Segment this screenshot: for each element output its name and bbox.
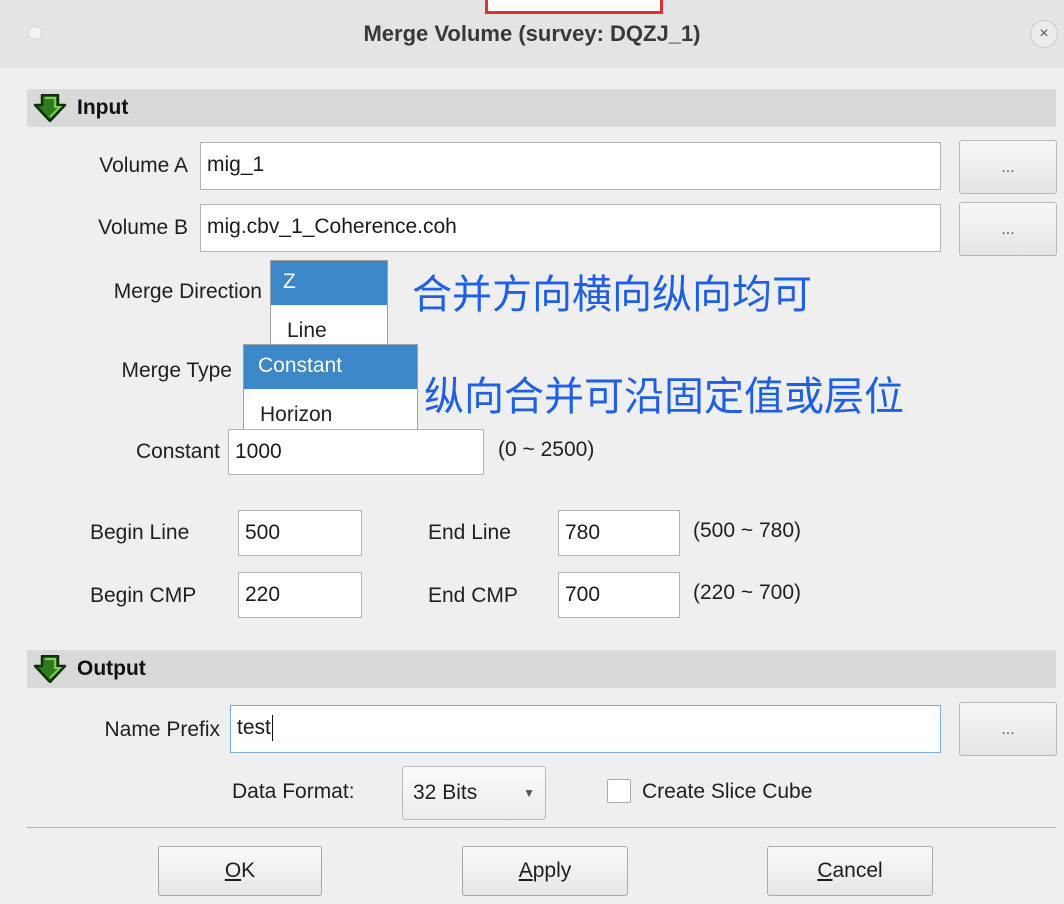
divider — [27, 827, 1056, 828]
volume-b-input[interactable]: mig.cbv_1_Coherence.coh — [200, 204, 941, 252]
close-icon[interactable]: × — [1030, 20, 1058, 48]
end-line-input[interactable]: 780 — [558, 510, 680, 556]
merge-direction-label: Merge Direction — [113, 280, 262, 303]
create-slice-cube-label: Create Slice Cube — [642, 780, 813, 803]
volume-b-label: Volume B — [98, 216, 188, 239]
create-slice-cube-checkbox[interactable] — [607, 779, 631, 803]
output-section-title: Output — [77, 657, 146, 680]
cancel-mnemonic: C — [817, 859, 833, 882]
type-annotation: 纵向合并可沿固定值或层位 — [424, 374, 904, 420]
merge-type-label: Merge Type — [121, 359, 232, 382]
data-format-value: 32 Bits — [413, 781, 478, 804]
apply-button[interactable]: Apply — [462, 846, 628, 896]
volume-b-browse-button[interactable]: ... — [959, 202, 1057, 256]
volume-a-browse-button[interactable]: ... — [959, 140, 1057, 194]
expand-arrow-icon — [33, 94, 67, 122]
end-line-label: End Line — [428, 521, 511, 544]
cmp-range: (220 ~ 700) — [693, 581, 801, 604]
direction-annotation: 合并方向横向纵向均可 — [412, 272, 812, 318]
output-section-header[interactable]: Output — [27, 650, 1056, 688]
begin-cmp-label: Begin CMP — [90, 584, 197, 607]
constant-input[interactable]: 1000 — [228, 429, 484, 475]
cancel-button[interactable]: Cancel — [767, 846, 933, 896]
input-section-header[interactable]: Input — [27, 89, 1056, 127]
expand-arrow-icon — [33, 655, 67, 683]
window-title: Merge Volume (survey: DQZJ_1) — [363, 21, 701, 46]
merge-type-option-constant[interactable]: Constant — [244, 345, 417, 389]
merge-direction-dropdown[interactable]: Z Line — [270, 260, 388, 352]
begin-line-label: Begin Line — [90, 521, 190, 544]
text-caret — [271, 715, 273, 742]
ok-label: K — [241, 859, 256, 882]
ok-button[interactable]: OK — [158, 846, 322, 896]
name-prefix-input[interactable]: test — [230, 705, 941, 753]
volume-a-input[interactable]: mig_1 — [200, 142, 941, 190]
merge-direction-option-z[interactable]: Z — [271, 261, 387, 305]
chevron-down-icon: ▼ — [523, 786, 535, 800]
end-cmp-label: End CMP — [428, 584, 518, 607]
name-prefix-label: Name Prefix — [104, 718, 220, 741]
end-cmp-input[interactable]: 700 — [558, 572, 680, 618]
begin-line-input[interactable]: 500 — [238, 510, 362, 556]
line-range: (500 ~ 780) — [693, 519, 801, 542]
begin-cmp-input[interactable]: 220 — [238, 572, 362, 618]
apply-mnemonic: A — [518, 859, 533, 882]
data-format-label: Data Format: — [232, 780, 355, 803]
apply-label: pply — [532, 859, 572, 882]
name-prefix-value: test — [237, 716, 271, 739]
input-section-title: Input — [77, 96, 129, 119]
merge-type-dropdown[interactable]: Constant Horizon — [243, 344, 418, 436]
constant-range: (0 ~ 2500) — [498, 438, 595, 461]
constant-label: Constant — [135, 440, 220, 463]
data-format-select[interactable]: 32 Bits ▼ — [402, 766, 546, 820]
volume-a-label: Volume A — [99, 154, 188, 177]
cancel-label: ancel — [832, 859, 883, 882]
name-prefix-browse-button[interactable]: ... — [959, 702, 1057, 756]
ok-mnemonic: O — [224, 859, 242, 882]
